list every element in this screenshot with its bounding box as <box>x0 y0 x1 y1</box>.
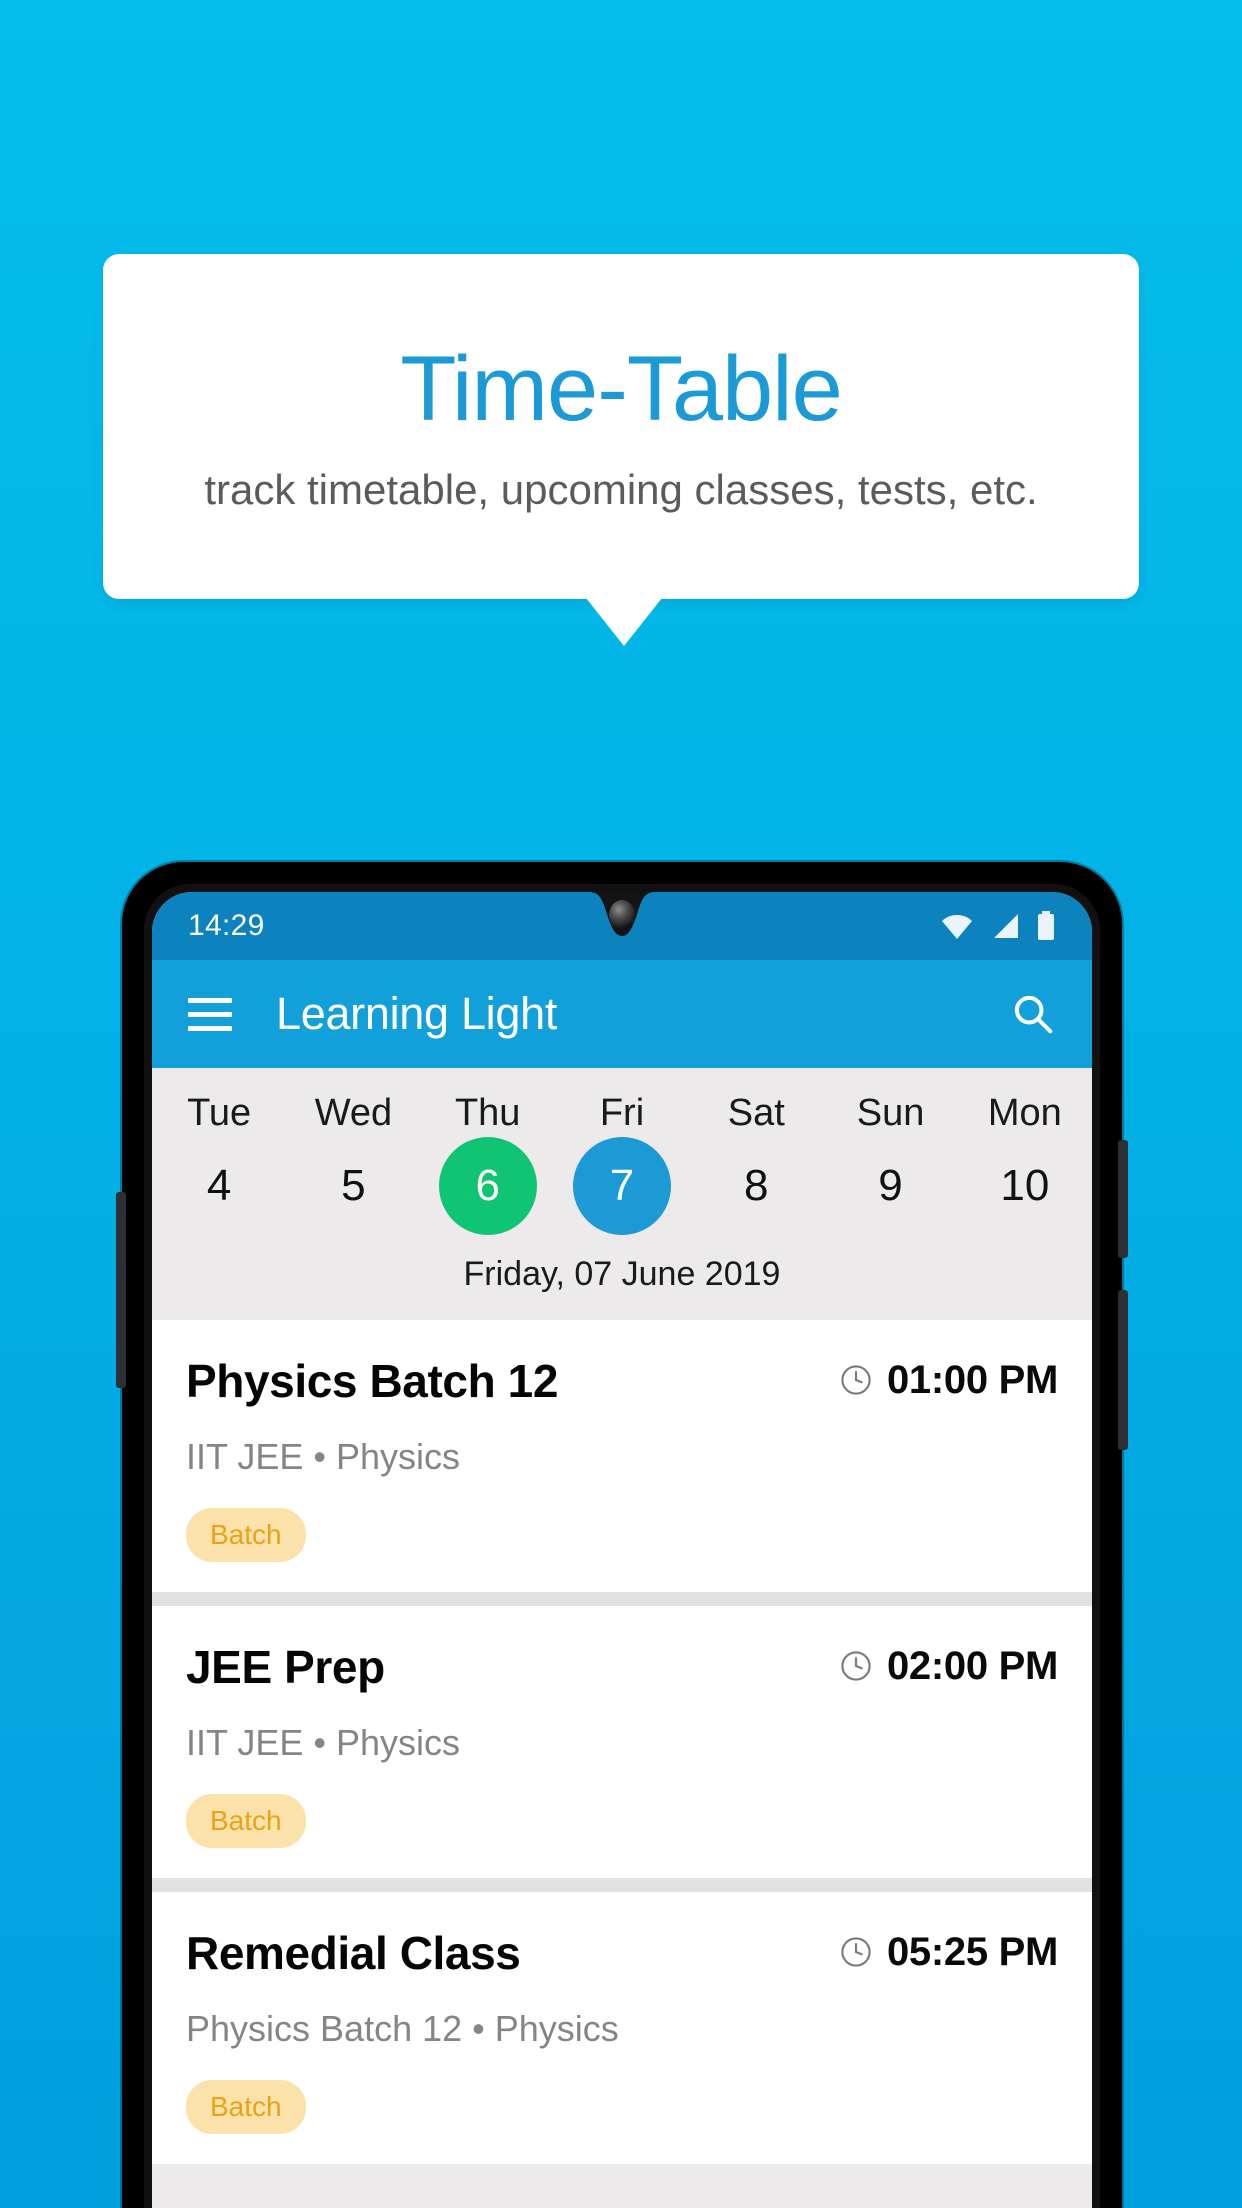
class-subtitle: Physics Batch 12 • Physics <box>186 2008 619 2049</box>
class-title: Physics Batch 12 <box>186 1355 559 1407</box>
clock-icon <box>841 1937 871 1967</box>
calendar-day-cell-selected[interactable]: 7 <box>555 1135 689 1237</box>
class-time-group: 02:00 PM <box>839 1644 1058 1689</box>
clock-icon <box>841 1365 871 1395</box>
calendar-day-number: 7 <box>572 1137 671 1235</box>
class-time-group: 05:25 PM <box>839 1930 1058 1975</box>
class-card-header: JEE Prep 02:00 PM <box>186 1640 1058 1694</box>
list-item[interactable]: JEE Prep 02:00 PM IIT JEE • Physics Batc… <box>152 1606 1092 1878</box>
front-camera-icon <box>609 900 635 930</box>
status-badge: Batch <box>186 1508 306 1562</box>
calendar-day-name[interactable]: Thu <box>421 1086 555 1135</box>
phone-mockup: 14:29 Learning Light Tue Wed Thu Fri Sat… <box>116 862 1128 2208</box>
signal-icon <box>994 914 1018 938</box>
selected-date-label: Friday, 07 June 2019 <box>463 1255 781 1293</box>
phone-bezel: 14:29 Learning Light Tue Wed Thu Fri Sat… <box>144 884 1100 2208</box>
list-item[interactable]: Physics Batch 12 01:00 PM IIT JEE • Phys… <box>152 1320 1092 1592</box>
calendar-day-cell[interactable]: 8 <box>689 1135 823 1237</box>
calendar-day-cell[interactable]: 5 <box>286 1135 420 1237</box>
calendar-day-number: 5 <box>341 1161 366 1210</box>
calendar-week-strip: Tue Wed Thu Fri Sat Sun Mon 4 5 6 7 8 9 … <box>152 1068 1092 1320</box>
class-time: 01:00 PM <box>886 1357 1058 1402</box>
class-subtitle: IIT JEE • Physics <box>186 1436 461 1477</box>
class-title: Remedial Class <box>186 1927 521 1979</box>
clock-icon <box>841 1651 871 1681</box>
calendar-day-names-row: Tue Wed Thu Fri Sat Sun Mon <box>152 1086 1092 1135</box>
calendar-day-number: 10 <box>1000 1161 1050 1210</box>
calendar-day-name[interactable]: Wed <box>286 1086 420 1135</box>
hamburger-menu-icon[interactable] <box>188 997 232 1031</box>
calendar-day-name[interactable]: Tue <box>152 1086 286 1135</box>
search-icon[interactable] <box>1010 991 1056 1037</box>
calendar-day-number: 9 <box>878 1161 903 1210</box>
class-time: 02:00 PM <box>886 1643 1058 1688</box>
callout-tail <box>586 598 662 646</box>
promo-callout-card: Time-Table track timetable, upcoming cla… <box>103 254 1139 599</box>
app-bar: Learning Light <box>152 960 1092 1068</box>
class-subtitle: IIT JEE • Physics <box>186 1722 461 1763</box>
list-item[interactable]: Remedial Class 05:25 PM Physics Batch 12… <box>152 1892 1092 2164</box>
phone-left-button[interactable] <box>116 1192 126 1388</box>
class-card-header: Physics Batch 12 01:00 PM <box>186 1354 1058 1408</box>
calendar-day-number: 4 <box>206 1161 232 1210</box>
calendar-day-cell-today[interactable]: 6 <box>421 1135 555 1237</box>
battery-icon <box>1038 911 1054 940</box>
status-bar-icons <box>940 911 1056 941</box>
calendar-day-numbers-row: 4 5 6 7 8 9 10 <box>152 1135 1092 1237</box>
class-title: JEE Prep <box>186 1641 385 1693</box>
status-bar: 14:29 <box>152 892 1092 960</box>
calendar-day-number: 8 <box>744 1161 769 1210</box>
page-subtitle: track timetable, upcoming classes, tests… <box>204 465 1038 513</box>
calendar-day-cell[interactable]: 4 <box>152 1135 286 1237</box>
calendar-day-name[interactable]: Sat <box>689 1086 823 1135</box>
promo-screenshot: Time-Table track timetable, upcoming cla… <box>0 0 1242 2208</box>
status-bar-clock: 14:29 <box>188 909 265 942</box>
calendar-day-number: 6 <box>438 1137 537 1235</box>
calendar-day-cell[interactable]: 9 <box>823 1135 957 1237</box>
calendar-day-cell[interactable]: 10 <box>958 1135 1092 1237</box>
phone-power-button[interactable] <box>1118 1140 1128 1258</box>
phone-screen: 14:29 Learning Light Tue Wed Thu Fri Sat… <box>152 892 1092 2208</box>
page-title: Time-Table <box>400 337 843 440</box>
calendar-day-name[interactable]: Mon <box>958 1086 1092 1135</box>
class-card-header: Remedial Class 05:25 PM <box>186 1926 1058 1980</box>
class-time: 05:25 PM <box>886 1929 1058 1974</box>
app-title: Learning Light <box>276 988 558 1039</box>
status-badge: Batch <box>186 1794 306 1848</box>
calendar-day-name[interactable]: Fri <box>555 1086 689 1135</box>
phone-volume-button[interactable] <box>1118 1290 1128 1450</box>
wifi-icon <box>942 915 972 939</box>
class-time-group: 01:00 PM <box>839 1358 1058 1403</box>
status-badge: Batch <box>186 2080 306 2134</box>
class-list: Physics Batch 12 01:00 PM IIT JEE • Phys… <box>152 1320 1092 2164</box>
calendar-day-name[interactable]: Sun <box>823 1086 957 1135</box>
